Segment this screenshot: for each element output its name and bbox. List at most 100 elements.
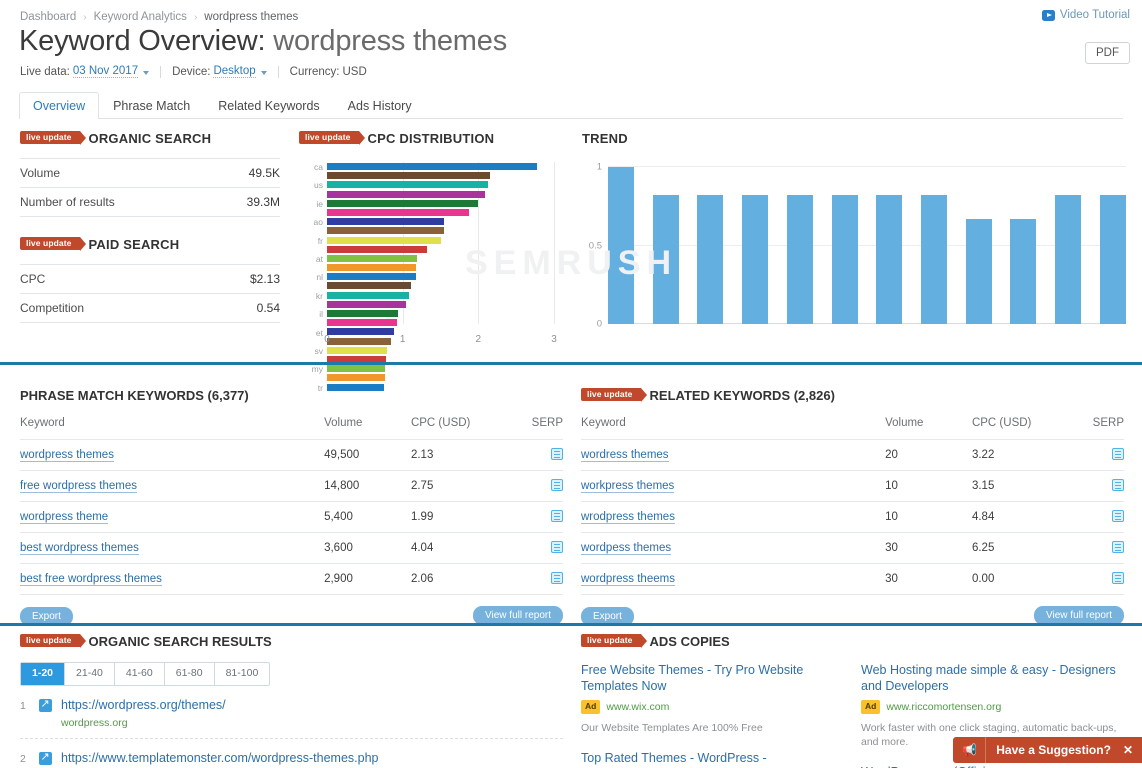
organic-results-list: 1https://wordpress.org/themes/wordpress.… [20, 686, 563, 768]
have-a-suggestion-label[interactable]: Have a Suggestion? [986, 743, 1121, 757]
chart-gridline [554, 162, 555, 324]
pdf-export-button[interactable]: PDF [1085, 42, 1130, 64]
chart-ytick-label: 1 [582, 162, 602, 173]
table-row: best wordpress themes3,6004.04 [20, 533, 563, 564]
serp-icon[interactable] [551, 479, 563, 491]
keyword-link[interactable]: best wordpress themes [20, 542, 139, 555]
keyword-link[interactable]: wordpress theme [20, 511, 108, 524]
cell-keyword: best free wordpress themes [20, 564, 324, 595]
close-icon[interactable]: ✕ [1121, 743, 1133, 757]
serp-icon[interactable] [551, 541, 563, 553]
chart-bar [327, 347, 387, 354]
chart-bar-row [327, 291, 554, 300]
cell-serp [498, 440, 563, 471]
ad-display-url[interactable]: www.riccomortensen.org [886, 701, 1001, 713]
ad-title[interactable]: Web Hosting made simple & easy - Designe… [861, 663, 1125, 694]
serp-icon[interactable] [1112, 479, 1124, 491]
tab-overview[interactable]: Overview [19, 92, 99, 119]
ads-copies-title-label: ADS COPIES [650, 634, 730, 649]
keyword-link[interactable]: free wordpress themes [20, 480, 137, 493]
ad-url-line: Adwww.wix.com [581, 700, 845, 714]
external-link-icon[interactable] [39, 752, 52, 765]
related-keywords-title-label: RELATED KEYWORDS (2,826) [650, 388, 835, 403]
cell-serp [498, 471, 563, 502]
chart-bar [327, 255, 417, 262]
page-title: Keyword Overview: wordpress themes [19, 25, 507, 58]
keyword-link[interactable]: wrodpress themes [581, 511, 675, 524]
cell-serp [498, 533, 563, 564]
cell-cpc: 4.04 [411, 533, 498, 564]
serp-icon[interactable] [551, 448, 563, 460]
paid-search-metrics-table: CPC $2.13 Competition 0.54 [20, 264, 280, 323]
ad-title[interactable]: Free Website Themes - Try Pro Website Te… [581, 663, 845, 694]
ad-copy-item: Free Website Themes - Try Pro Website Te… [581, 663, 845, 768]
pager-item[interactable]: 1-20 [21, 663, 65, 685]
related-keywords-title: live update RELATED KEYWORDS (2,826) [581, 388, 1124, 403]
result-url[interactable]: https://www.templatemonster.com/wordpres… [61, 751, 379, 765]
result-url[interactable]: https://wordpress.org/themes/ [61, 698, 226, 712]
chevron-down-icon[interactable] [261, 71, 267, 75]
serp-icon[interactable] [551, 510, 563, 522]
video-tutorial-link[interactable]: Video Tutorial [1042, 9, 1130, 21]
keyword-link[interactable]: best free wordpress themes [20, 573, 162, 586]
serp-icon[interactable] [1112, 572, 1124, 584]
cell-volume: 14,800 [324, 471, 411, 502]
chart-bar [832, 195, 858, 324]
tab-phrase-match[interactable]: Phrase Match [99, 92, 204, 119]
chart-bar [327, 328, 394, 335]
currency-label: Currency: [290, 66, 340, 78]
breadcrumb-item-keyword-analytics[interactable]: Keyword Analytics [94, 11, 187, 23]
serp-icon[interactable] [551, 572, 563, 584]
cell-volume: 2,900 [324, 564, 411, 595]
breadcrumb-item-current: wordpress themes [204, 11, 298, 23]
chart-bar [327, 172, 490, 179]
live-data-date-selector[interactable]: 03 Nov 2017 [73, 65, 138, 78]
chart-ytick-label: 0 [582, 319, 602, 330]
breadcrumb: Dashboard › Keyword Analytics › wordpres… [20, 11, 298, 23]
tab-related-keywords[interactable]: Related Keywords [204, 92, 333, 119]
tab-ads-history[interactable]: Ads History [334, 92, 426, 119]
live-update-badge: live update [20, 131, 80, 145]
serp-icon[interactable] [1112, 448, 1124, 460]
live-update-badge: live update [20, 237, 80, 251]
breadcrumb-item-dashboard[interactable]: Dashboard [20, 11, 76, 23]
chart-bar-row [327, 300, 554, 309]
chart-bar [327, 319, 397, 326]
megaphone-icon: 📢 [953, 737, 986, 763]
live-update-badge: live update [299, 131, 359, 145]
serp-icon[interactable] [1112, 541, 1124, 553]
table-row: wordpress theme5,4001.99 [20, 502, 563, 533]
chart-bar [327, 200, 478, 207]
ad-display-url[interactable]: www.wix.com [606, 701, 669, 713]
chart-xtick-label: 3 [551, 334, 557, 345]
ad-title[interactable]: Top Rated Themes - WordPress - MOJOMarke… [581, 751, 845, 768]
keyword-link[interactable]: wordpess themes [581, 542, 671, 555]
chevron-down-icon[interactable] [143, 71, 149, 75]
serp-icon[interactable] [1112, 510, 1124, 522]
cell-keyword: workpress themes [581, 471, 885, 502]
metric-label-volume: Volume [20, 159, 212, 188]
pager-item[interactable]: 81-100 [215, 663, 270, 685]
pager-item[interactable]: 21-40 [65, 663, 115, 685]
organic-search-results-title-label: ORGANIC SEARCH RESULTS [89, 634, 272, 649]
keyword-link[interactable]: wordpress theems [581, 573, 675, 586]
semrush-watermark: SEMRUSH [465, 244, 677, 283]
cell-serp [1059, 533, 1124, 564]
device-selector[interactable]: Desktop [213, 65, 255, 78]
chart-bar [327, 292, 409, 299]
column-header-keyword: Keyword [20, 417, 324, 440]
organic-result-row: 2https://www.templatemonster.com/wordpre… [20, 739, 563, 768]
keyword-link[interactable]: wordpress themes [20, 449, 114, 462]
have-a-suggestion-widget[interactable]: 📢 Have a Suggestion? ✕ [953, 737, 1142, 763]
column-header-serp: SERP [498, 417, 563, 440]
pager-item[interactable]: 61-80 [165, 663, 215, 685]
organic-search-title-label: ORGANIC SEARCH [89, 131, 212, 146]
keyword-link[interactable]: wordress themes [581, 449, 669, 462]
pager-item[interactable]: 41-60 [115, 663, 165, 685]
cell-serp [1059, 471, 1124, 502]
ad-badge: Ad [861, 700, 880, 714]
keyword-link[interactable]: workpress themes [581, 480, 674, 493]
chart-ytick-label: kr [299, 291, 323, 301]
external-link-icon[interactable] [39, 699, 52, 712]
cell-cpc: 4.84 [972, 502, 1059, 533]
